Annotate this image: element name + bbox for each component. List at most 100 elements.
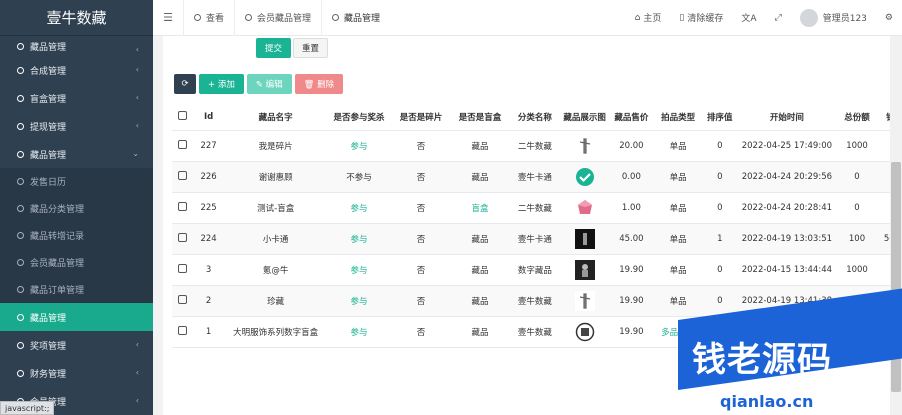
column-header[interactable]: Id	[192, 104, 225, 131]
sidebar-item[interactable]: 发售日历	[0, 168, 153, 195]
cell-thumbnail[interactable]	[560, 223, 610, 255]
sidebar-item[interactable]: 藏品订单管理	[0, 276, 153, 303]
row-checkbox[interactable]	[177, 139, 187, 149]
table-row[interactable]: 3 氪@牛 参与否藏品 数字藏品 19.90 单品 0 2022-04-15 13:44:44…	[172, 254, 892, 286]
row-checkbox[interactable]	[177, 294, 187, 304]
cell-price: 19.90	[609, 285, 654, 317]
sidebar-item[interactable]: 财务管理 ‹	[0, 359, 153, 387]
fullscreen-icon[interactable]: ⤢	[766, 13, 791, 23]
thumbnail-image[interactable]	[574, 228, 595, 249]
reset-button[interactable]: 重置	[293, 38, 329, 58]
row-checkbox[interactable]	[177, 263, 187, 273]
clear-cache-button[interactable]: ▯ 清除缓存	[670, 11, 732, 25]
column-header[interactable]: 开始时间	[737, 104, 837, 131]
row-checkbox[interactable]	[177, 232, 187, 242]
refresh-button[interactable]: ⟳	[174, 74, 196, 94]
cell-id: 3	[192, 254, 225, 286]
sidebar-item[interactable]: 藏品管理 ⌄	[0, 140, 153, 168]
home-icon: ⌂	[634, 12, 641, 23]
column-header[interactable]: 拍品类型	[653, 104, 703, 131]
cell-thumbnail[interactable]	[560, 285, 610, 317]
settings-gear-icon[interactable]: ⚙	[876, 13, 902, 23]
language-icon[interactable]: 文A	[732, 11, 765, 24]
thumbnail-image[interactable]	[575, 199, 595, 214]
cell-thumbnail[interactable]	[560, 192, 610, 224]
row-checkbox[interactable]	[177, 201, 187, 211]
app-logo[interactable]: 壹牛数藏	[0, 0, 153, 36]
column-header[interactable]: 是否是碎片	[391, 104, 451, 131]
table-row[interactable]: 227 我是碎片 参与否藏品 二牛数藏 20.00 单品 0 2022-04-25 17:49…	[172, 130, 892, 162]
circle-icon	[17, 232, 24, 239]
sidebar: 壹牛数藏 藏品管理 ‹ 合成管理 ‹ 盲盒管理 ‹ 提现管理 ‹ 藏品管理 ⌄ 发售日历 藏品分类管理…	[0, 0, 153, 415]
sidebar-item-label: 奖项管理	[30, 341, 67, 352]
column-header[interactable]: 是否是盲盒	[450, 104, 510, 131]
thumbnail-image[interactable]	[575, 322, 595, 341]
thumbnail-image[interactable]	[574, 259, 595, 280]
thumbnail-image[interactable]	[574, 135, 595, 156]
row-select-cell	[172, 254, 193, 286]
sidebar-item[interactable]: 奖项管理 ‹	[0, 331, 153, 359]
cell-name: 测试-盲盒	[224, 192, 327, 224]
column-header[interactable]: 藏品售价	[609, 104, 654, 131]
cell-join-lottery[interactable]: 参与	[326, 192, 392, 224]
cell-sort: 0	[702, 130, 738, 162]
add-button[interactable]: + 添加	[199, 74, 244, 94]
column-header[interactable]: 分类名称	[509, 104, 561, 131]
cell-price: 45.00	[609, 223, 654, 255]
thumbnail-image[interactable]	[575, 167, 595, 186]
row-select-cell	[172, 161, 193, 193]
sidebar-item[interactable]: 合成管理 ‹	[0, 56, 153, 84]
user-menu[interactable]: 管理员123	[791, 8, 876, 27]
circle-icon	[17, 341, 24, 349]
sidebar-item[interactable]: 藏品管理	[0, 303, 153, 331]
column-header[interactable]: 总份额	[836, 104, 878, 131]
table-row[interactable]: 225 测试-盲盒 参与否盲盒 二牛数藏 1.00 单品 0 2022-04-24 20:28…	[172, 192, 892, 224]
cell-join-lottery[interactable]: 不参与	[326, 161, 392, 193]
tab-view[interactable]: 查看	[183, 0, 234, 36]
cell-thumbnail[interactable]	[560, 254, 610, 286]
submit-button[interactable]: 提交	[256, 38, 292, 58]
sidebar-item[interactable]: 藏品分类管理	[0, 195, 153, 222]
table-row[interactable]: 224 小卡通 参与否藏品 壹牛卡通 45.00 单品 1 2022-04-19 13:03:…	[172, 223, 892, 255]
cell-join-lottery[interactable]: 参与	[326, 130, 392, 162]
column-header[interactable]: 藏品名字	[224, 104, 327, 131]
cell-join-lottery[interactable]: 参与	[326, 223, 392, 255]
cell-total-shares: 1000	[836, 254, 878, 286]
sidebar-item[interactable]: 提现管理 ‹	[0, 112, 153, 140]
cell-join-lottery[interactable]: 参与	[326, 316, 392, 348]
tab-collection-management[interactable]: 藏品管理	[321, 0, 390, 36]
circle-icon	[17, 122, 24, 130]
column-header[interactable]: 藏品展示图	[560, 104, 610, 131]
cell-product-type: 单品	[653, 254, 703, 286]
cell-thumbnail[interactable]	[560, 316, 610, 348]
column-header[interactable]: 排序值	[702, 104, 738, 131]
cell-is-fragment: 否	[391, 316, 451, 348]
menu-toggle-icon[interactable]: ☰	[153, 11, 183, 24]
sidebar-item[interactable]: 藏品转增记录	[0, 222, 153, 249]
sidebar-item[interactable]: 会员藏品管理	[0, 249, 153, 276]
cell-total-shares: 100	[836, 223, 878, 255]
cell-is-blindbox: 藏品	[450, 254, 510, 286]
row-checkbox[interactable]	[177, 170, 187, 180]
chevron-icon: ‹	[135, 65, 139, 74]
sidebar-item[interactable]: 盲盒管理 ‹	[0, 84, 153, 112]
delete-button[interactable]: 🗑 删除	[294, 74, 344, 94]
cell-id: 1	[192, 316, 225, 348]
table-row[interactable]: 226 谢谢惠顾 不参与否藏品 壹牛卡通 0.00 单品 0 2022-04-24 20:29…	[172, 161, 892, 193]
sidebar-item[interactable]: 藏品管理 ‹	[0, 36, 153, 56]
top-bar: ☰ 查看 会员藏品管理 藏品管理 ⌂ 主页 ▯ 清除缓存 文A ⤢ 管理员123 ⚙	[153, 0, 902, 36]
cell-is-blindbox: 藏品	[450, 161, 510, 193]
tab-circle-icon	[332, 14, 340, 21]
thumbnail-image[interactable]	[574, 290, 595, 311]
cell-join-lottery[interactable]: 参与	[326, 254, 392, 286]
edit-button[interactable]: ✎ 编辑	[246, 74, 292, 94]
row-checkbox[interactable]	[177, 325, 187, 335]
home-link[interactable]: ⌂ 主页	[626, 11, 671, 25]
tab-member-collection[interactable]: 会员藏品管理	[234, 0, 321, 36]
cell-thumbnail[interactable]	[560, 130, 610, 162]
cell-join-lottery[interactable]: 参与	[326, 285, 392, 317]
column-header[interactable]: 是否参与奖杀	[326, 104, 392, 131]
cell-thumbnail[interactable]	[560, 161, 610, 193]
select-all-checkbox[interactable]	[177, 110, 187, 120]
cell-id: 225	[192, 192, 225, 224]
